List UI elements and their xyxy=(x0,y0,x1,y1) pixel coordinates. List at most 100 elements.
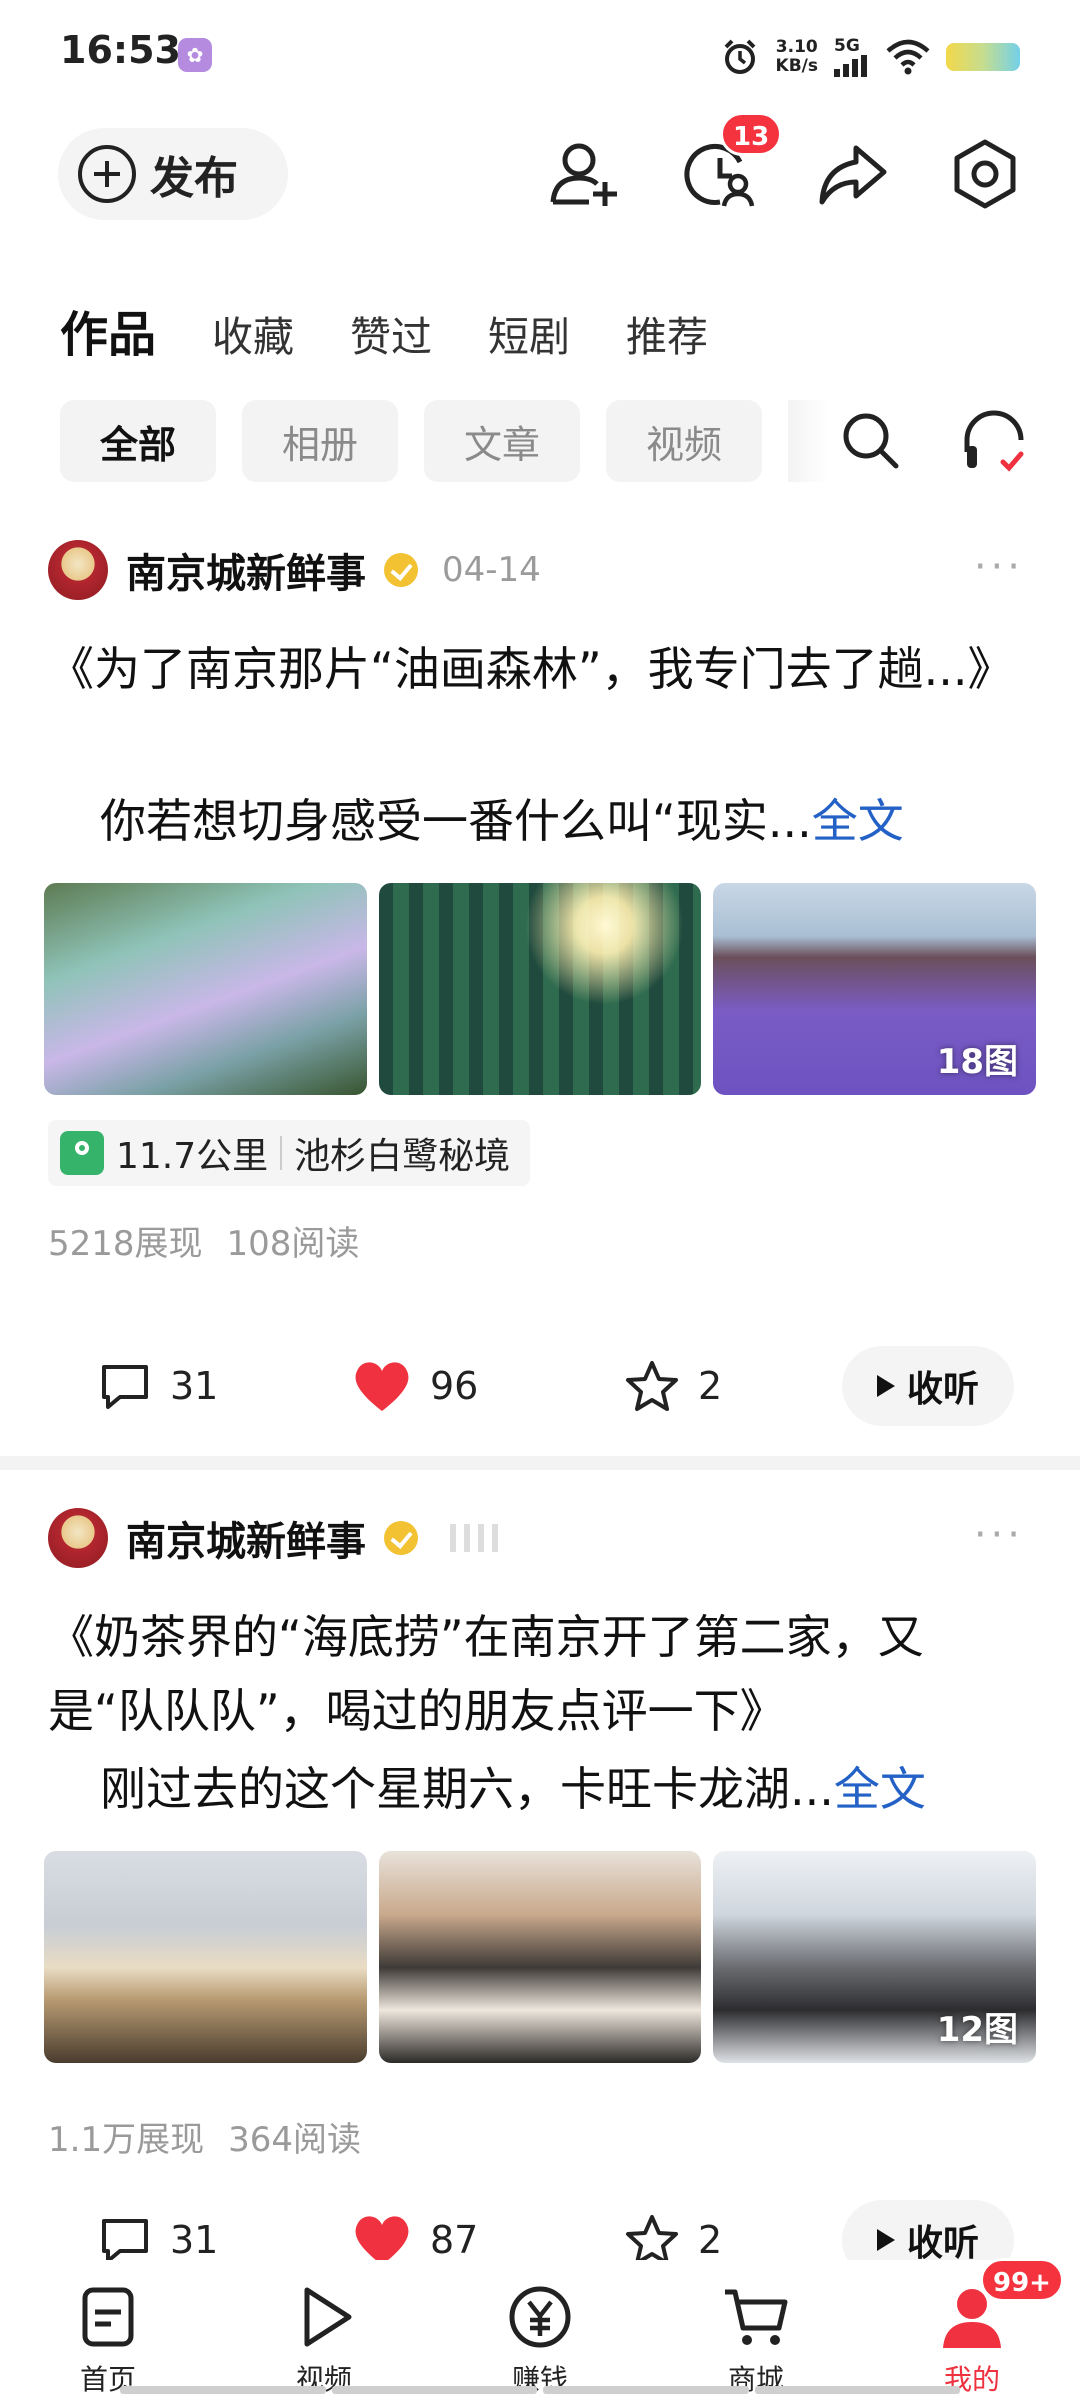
favorite-count: 2 xyxy=(698,1364,723,1408)
tab-recommended[interactable]: 推荐 xyxy=(626,303,708,363)
nav-home[interactable]: 首页 xyxy=(0,2260,216,2400)
notification-badge: 13 xyxy=(720,112,783,156)
filter-all[interactable]: 全部 xyxy=(60,400,216,482)
location-name: 池杉白鹭秘境 xyxy=(294,1136,511,1177)
post-image[interactable] xyxy=(44,883,367,1095)
favorite-count: 2 xyxy=(698,2218,723,2262)
filter-chips: 全部 相册 文章 视频 xyxy=(60,400,828,482)
tab-liked[interactable]: 赞过 xyxy=(350,303,432,363)
post-excerpt[interactable]: 刚过去的这个星期六，卡旺卡龙湖...全文 xyxy=(100,1752,926,1826)
filter-album[interactable]: 相册 xyxy=(242,400,398,482)
post-stats: 1.1万展现 364阅读 xyxy=(48,2112,361,2161)
avatar[interactable] xyxy=(48,1508,108,1568)
comment-button[interactable]: 31 xyxy=(98,1356,218,1416)
nav-me[interactable]: 我的 99+ xyxy=(864,2258,1080,2400)
divider xyxy=(280,1136,283,1170)
home-indicator xyxy=(120,2386,960,2394)
status-time: 16:53 xyxy=(60,28,181,72)
image-count: 12图 xyxy=(936,2010,1019,2050)
post-author-row: 南京城新鲜事 xyxy=(48,1508,498,1568)
avatar[interactable] xyxy=(48,540,108,600)
feed-post[interactable]: 南京城新鲜事 ··· 《奶茶界的“海底捞”在南京开了第二家，又是“队队队”，喝过… xyxy=(0,1508,1080,2280)
headphones-icon[interactable] xyxy=(955,402,1033,480)
author-name[interactable]: 南京城新鲜事 xyxy=(126,541,366,599)
post-title[interactable]: 《为了南京那片“油画森林”，我专门去了趟...》 xyxy=(48,632,1038,706)
author-name[interactable]: 南京城新鲜事 xyxy=(126,1509,366,1567)
impressions-count: 5218展现 xyxy=(48,1224,203,1264)
battery-icon xyxy=(946,43,1020,71)
bottom-navigation: 首页 视频 赚钱 商城 我的 99+ xyxy=(0,2258,1080,2400)
location-tag[interactable]: 11.7公里 池杉白鹭秘境 xyxy=(48,1120,531,1186)
like-count: 87 xyxy=(430,2218,479,2262)
post-stats: 5218展现 108阅读 xyxy=(48,1216,359,1265)
heart-icon xyxy=(355,1362,409,1411)
comment-icon xyxy=(102,2219,148,2263)
post-image[interactable]: 18图 xyxy=(713,883,1037,1095)
more-options-icon[interactable]: ··· xyxy=(974,1515,1024,1555)
cellular-signal-icon: 5G xyxy=(834,37,870,77)
history-button[interactable]: 13 xyxy=(680,112,783,214)
alarm-icon xyxy=(724,39,755,74)
more-options-icon[interactable]: ··· xyxy=(974,547,1024,587)
post-image[interactable]: 12图 xyxy=(713,1851,1037,2063)
comment-icon xyxy=(102,1365,148,1409)
nav-video[interactable]: 视频 xyxy=(216,2260,432,2400)
yuan-coin-icon xyxy=(509,2286,571,2348)
top-action-bar: 发布 13 xyxy=(0,112,1080,230)
wifi-icon xyxy=(886,39,930,75)
nav-earn[interactable]: 赚钱 xyxy=(432,2260,648,2400)
plus-circle-icon xyxy=(78,145,136,203)
verified-badge-icon xyxy=(384,553,418,587)
post-date: 04-14 xyxy=(442,550,541,590)
notification-badge: 99+ xyxy=(980,2258,1064,2302)
loading-placeholder-icon xyxy=(450,1524,498,1552)
post-image-grid: 18图 xyxy=(44,883,1037,1095)
nav-mall[interactable]: 商城 xyxy=(648,2260,864,2400)
filter-overflow-fade xyxy=(788,400,828,482)
status-bar: 16:53 ✿ 3.10 KB/s 5G xyxy=(0,0,1080,110)
settings-icon[interactable] xyxy=(945,134,1025,214)
post-actions: 31 96 2 收听 xyxy=(0,1346,1080,1426)
publish-label: 发布 xyxy=(150,153,238,204)
post-image-grid: 12图 xyxy=(44,1851,1037,2063)
listen-label: 收听 xyxy=(906,2223,979,2264)
comment-count: 31 xyxy=(170,2218,219,2262)
post-image[interactable] xyxy=(378,883,702,1095)
filter-article[interactable]: 文章 xyxy=(424,400,580,482)
impressions-count: 1.1万展现 xyxy=(48,2120,205,2160)
post-separator xyxy=(0,1456,1080,1470)
post-image[interactable] xyxy=(378,1851,702,2063)
reads-count: 108阅读 xyxy=(226,1224,360,1264)
listen-label: 收听 xyxy=(906,1369,979,1410)
add-friend-icon[interactable] xyxy=(545,134,625,214)
home-doc-icon xyxy=(82,2287,134,2347)
post-title[interactable]: 《奶茶界的“海底捞”在南京开了第二家，又是“队队队”，喝过的朋友点评一下》 xyxy=(48,1600,1038,1748)
location-distance: 11.7公里 xyxy=(116,1136,269,1177)
search-icon[interactable] xyxy=(832,402,910,480)
like-button[interactable]: 96 xyxy=(352,1356,478,1416)
play-icon xyxy=(304,2287,352,2347)
listen-button[interactable]: 收听 xyxy=(842,1346,1014,1426)
play-icon xyxy=(876,1375,895,1397)
filter-video[interactable]: 视频 xyxy=(606,400,762,482)
star-icon xyxy=(626,2215,678,2265)
post-image[interactable] xyxy=(44,1851,367,2063)
network-speed: 3.10 KB/s xyxy=(775,37,818,76)
tab-favorites[interactable]: 收藏 xyxy=(212,303,294,363)
full-text-link[interactable]: 全文 xyxy=(834,1762,926,1816)
content-tabs: 作品 收藏 赞过 短剧 推荐 xyxy=(60,295,708,365)
like-count: 96 xyxy=(430,1364,479,1408)
tab-short-drama[interactable]: 短剧 xyxy=(488,303,570,363)
image-count: 18图 xyxy=(936,1042,1019,1082)
feed-post[interactable]: 南京城新鲜事 04-14 ··· 《为了南京那片“油画森林”，我专门去了趟...… xyxy=(0,540,1080,1440)
tab-works[interactable]: 作品 xyxy=(60,295,156,365)
post-excerpt[interactable]: 你若想切身感受一番什么叫“现实...全文 xyxy=(100,784,904,858)
share-icon[interactable] xyxy=(812,134,892,214)
heart-icon xyxy=(355,2216,409,2265)
full-text-link[interactable]: 全文 xyxy=(812,794,904,848)
favorite-button[interactable]: 2 xyxy=(624,1356,722,1416)
location-pin-icon xyxy=(60,1131,104,1175)
verified-badge-icon xyxy=(384,1521,418,1555)
publish-button[interactable]: 发布 xyxy=(58,128,288,220)
reads-count: 364阅读 xyxy=(228,2120,361,2160)
